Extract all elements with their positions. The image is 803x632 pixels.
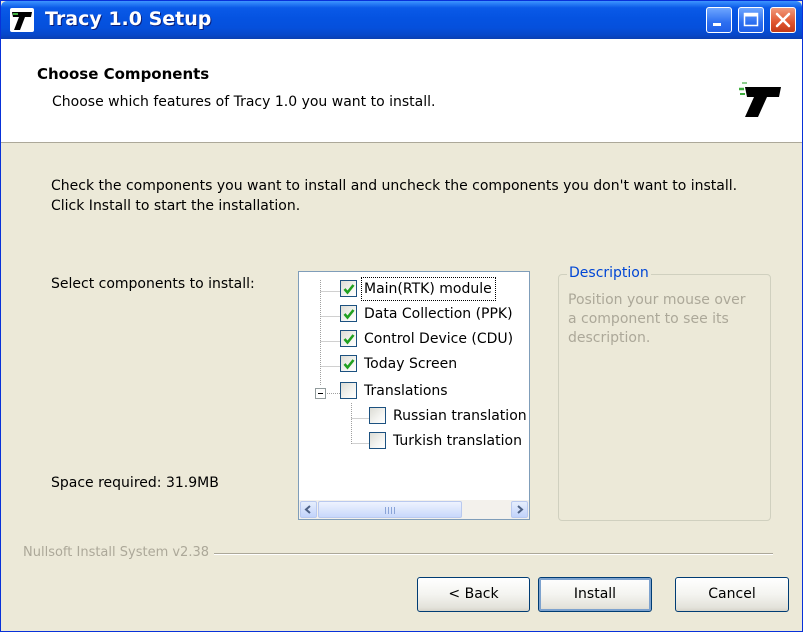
install-button[interactable]: Install — [538, 577, 652, 612]
thumb-grip — [385, 507, 386, 514]
minimize-icon — [713, 23, 721, 26]
checkmark-icon — [343, 284, 355, 295]
thumb-grip — [391, 507, 392, 514]
component-checkbox[interactable] — [369, 432, 386, 449]
component-checkbox[interactable] — [340, 355, 357, 372]
minimize-button[interactable] — [706, 7, 732, 33]
horizontal-scrollbar[interactable] — [299, 500, 529, 519]
back-button[interactable]: < Back — [417, 577, 530, 612]
window-title: Tracy 1.0 Setup — [45, 8, 212, 30]
component-label: Today Screen — [364, 356, 458, 372]
title-bar[interactable]: Tracy 1.0 Setup — [1, 1, 802, 39]
checkmark-icon — [343, 309, 355, 320]
instructions-text: Check the components you want to install… — [51, 178, 738, 214]
component-label: Control Device (CDU) — [364, 331, 514, 347]
component-label: Russian translation — [393, 408, 527, 424]
checkmark-icon — [343, 334, 355, 345]
close-button[interactable] — [770, 7, 796, 33]
scroll-thumb[interactable] — [318, 501, 462, 518]
component-checkbox[interactable] — [369, 407, 386, 424]
components-tree[interactable]: Main(RTK) module Data Collection (PPK) C… — [298, 271, 530, 520]
component-checkbox[interactable] — [340, 330, 357, 347]
component-label: Main(RTK) module — [361, 277, 496, 301]
component-label: Turkish translation — [393, 433, 522, 449]
cancel-button[interactable]: Cancel — [675, 577, 789, 612]
installer-brand: Nullsoft Install System v2.38 — [23, 545, 215, 560]
component-label: Data Collection (PPK) — [364, 306, 513, 322]
description-title: Description — [567, 265, 651, 281]
maximize-button[interactable] — [738, 7, 764, 33]
scroll-right-button[interactable] — [511, 501, 528, 518]
tracy-logo-icon — [9, 7, 35, 33]
component-checkbox[interactable] — [340, 280, 357, 297]
page-subtitle: Choose which features of Tracy 1.0 you w… — [52, 94, 436, 110]
component-checkbox[interactable] — [340, 382, 357, 399]
maximize-icon — [743, 12, 759, 27]
select-components-label: Select components to install: — [51, 276, 255, 292]
header-panel: Choose Components Choose which features … — [1, 39, 802, 143]
thumb-grip — [388, 507, 389, 514]
thumb-grip — [394, 507, 395, 514]
collapse-icon[interactable] — [315, 388, 326, 399]
component-checkbox[interactable] — [340, 305, 357, 322]
setup-window: Tracy 1.0 Setup Choose Components Choose… — [0, 0, 803, 632]
close-icon — [775, 12, 791, 28]
scroll-left-icon — [304, 505, 311, 514]
scroll-right-icon — [517, 505, 524, 514]
component-label: Translations — [364, 383, 448, 399]
description-text: Position your mouse over a component to … — [568, 292, 746, 346]
checkmark-icon — [343, 359, 355, 370]
page-title: Choose Components — [37, 65, 210, 83]
scroll-left-button[interactable] — [300, 501, 317, 518]
space-required-label: Space required: 31.9MB — [51, 475, 219, 491]
tracy-logo-icon — [737, 77, 783, 119]
